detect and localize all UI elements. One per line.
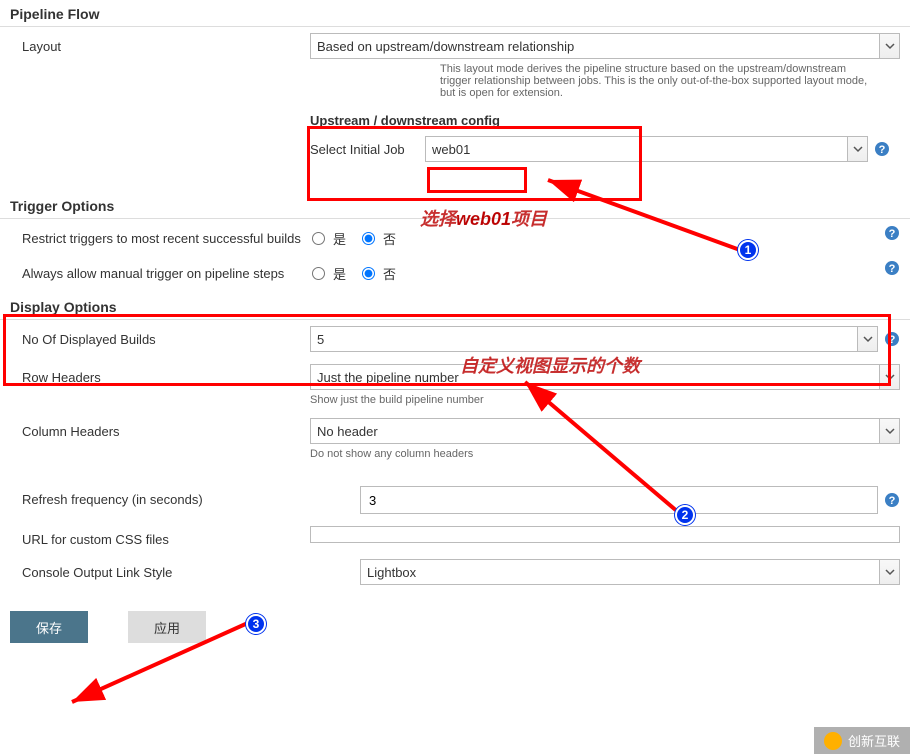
chevron-down-icon [880,559,900,585]
column-headers-help: Do not show any column headers [310,448,900,460]
label-layout: Layout [10,33,310,54]
radio-yes-label[interactable]: 是 [333,264,346,283]
radio-no-label[interactable]: 否 [383,264,396,283]
row-headers-value: Just the pipeline number [310,364,880,390]
svg-text:?: ? [889,334,896,346]
section-trigger-options: Trigger Options [0,192,910,219]
svg-text:?: ? [879,144,886,156]
console-link-select[interactable]: Lightbox [360,559,900,585]
help-icon[interactable]: ? [884,331,900,347]
row-always-allow: Always allow manual trigger on pipeline … [0,254,910,289]
restrict-yes-radio[interactable] [312,232,325,245]
row-column-headers: Column Headers No header Do not show any… [0,412,910,466]
label-row-headers: Row Headers [10,364,310,385]
save-button[interactable]: 保存 [10,611,88,643]
row-no-of-displayed: No Of Displayed Builds 5 ? [0,320,910,358]
section-pipeline-flow: Pipeline Flow [0,0,910,27]
column-headers-value: No header [310,418,880,444]
help-icon[interactable]: ? [884,260,900,276]
watermark-logo-icon [824,732,842,750]
row-headers-select[interactable]: Just the pipeline number [310,364,900,390]
apply-button[interactable]: 应用 [128,611,206,643]
radio-yes-label[interactable]: 是 [333,229,346,248]
annotation-badge-3: 3 [246,614,266,634]
row-url-css: URL for custom CSS files [0,520,910,553]
chevron-down-icon [848,136,868,162]
annotation-badge-2: 2 [675,505,695,525]
label-select-initial-job: Select Initial Job [310,142,425,157]
row-headers-help: Show just the build pipeline number [310,394,900,406]
initial-job-value: web01 [425,136,848,162]
chevron-down-icon [880,364,900,390]
row-refresh-freq: Refresh frequency (in seconds) ? [0,480,910,520]
always-yes-radio[interactable] [312,267,325,280]
no-of-displayed-value: 5 [310,326,858,352]
upstream-config-title: Upstream / downstream config [310,113,890,128]
chevron-down-icon [880,33,900,59]
watermark-text: 创新互联 [848,731,900,750]
url-css-input[interactable] [310,526,900,543]
help-icon[interactable]: ? [884,225,900,241]
always-no-radio[interactable] [362,267,375,280]
help-icon[interactable]: ? [874,141,890,157]
label-restrict-triggers: Restrict triggers to most recent success… [10,225,310,246]
restrict-no-radio[interactable] [362,232,375,245]
row-console-link: Console Output Link Style Lightbox [0,553,910,591]
label-refresh-freq: Refresh frequency (in seconds) [10,486,360,507]
annotation-badge-1: 1 [738,240,758,260]
console-link-value: Lightbox [360,559,880,585]
no-of-displayed-select[interactable]: 5 [310,326,878,352]
svg-text:?: ? [889,228,896,240]
row-restrict-triggers: Restrict triggers to most recent success… [0,219,910,254]
chevron-down-icon [880,418,900,444]
label-console-link: Console Output Link Style [10,559,360,580]
layout-help-text: This layout mode derives the pipeline st… [440,63,870,99]
column-headers-select[interactable]: No header [310,418,900,444]
watermark: 创新互联 [814,727,910,754]
initial-job-select[interactable]: web01 [425,136,868,162]
layout-select[interactable]: Based on upstream/downstream relationshi… [310,33,900,59]
upstream-config-box: Upstream / downstream config Select Init… [310,113,890,162]
svg-text:?: ? [889,495,896,507]
row-layout: Layout Based on upstream/downstream rela… [0,27,910,105]
help-icon[interactable]: ? [884,492,900,508]
label-url-css: URL for custom CSS files [10,526,310,547]
refresh-freq-input[interactable] [360,486,878,514]
section-display-options: Display Options [0,293,910,320]
button-row: 保存 应用 [0,591,910,663]
label-column-headers: Column Headers [10,418,310,439]
row-row-headers: Row Headers Just the pipeline number Sho… [0,358,910,412]
label-always-allow: Always allow manual trigger on pipeline … [10,260,310,281]
annotation-redbox-initial-job [427,167,527,193]
label-no-of-displayed: No Of Displayed Builds [10,326,310,347]
svg-text:?: ? [889,263,896,275]
layout-select-value: Based on upstream/downstream relationshi… [310,33,880,59]
chevron-down-icon [858,326,878,352]
radio-no-label[interactable]: 否 [383,229,396,248]
